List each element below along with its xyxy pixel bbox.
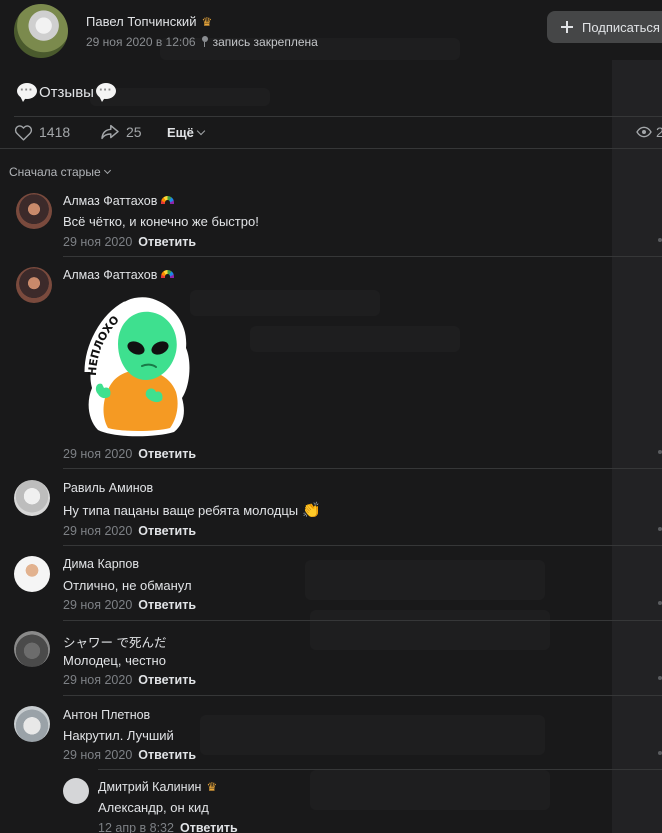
divider bbox=[0, 148, 662, 149]
scroll-dot bbox=[658, 676, 662, 680]
post-date[interactable]: 29 ноя 2020 в 12:06 bbox=[86, 35, 196, 49]
commenter-avatar[interactable] bbox=[14, 556, 50, 592]
comment-date[interactable]: 29 ноя 2020 bbox=[63, 524, 132, 538]
reply-link[interactable]: Ответить bbox=[138, 524, 196, 538]
scroll-dot bbox=[658, 238, 662, 242]
reply-link[interactable]: Ответить bbox=[138, 748, 196, 762]
post-header: Павел Топчинский ♛ 29 ноя 2020 в 12:06 зап… bbox=[14, 4, 662, 60]
speech-bubble-icon bbox=[95, 82, 117, 102]
commenter-name-text[interactable]: Алмаз Фаттахов bbox=[63, 194, 157, 208]
commenter-name[interactable]: シャワー で死んだ bbox=[63, 632, 166, 651]
commenter-avatar[interactable] bbox=[14, 631, 50, 667]
scroll-dot bbox=[658, 527, 662, 531]
divider bbox=[63, 545, 662, 546]
commenter-avatar[interactable] bbox=[63, 778, 89, 804]
post-text-label: Отзывы bbox=[39, 83, 94, 101]
commenter-avatar[interactable] bbox=[16, 193, 52, 229]
eye-icon bbox=[636, 126, 652, 138]
comment-date[interactable]: 29 ноя 2020 bbox=[63, 598, 132, 612]
share-icon bbox=[100, 124, 120, 140]
scroll-dot bbox=[658, 450, 662, 454]
right-column-shadow bbox=[612, 60, 662, 833]
pin-icon bbox=[201, 36, 209, 47]
comment-date[interactable]: 12 апр в 8:32 bbox=[98, 821, 174, 833]
comment-meta: 29 ноя 2020 Ответить bbox=[63, 524, 196, 538]
commenter-name[interactable]: Алмаз Фаттахов bbox=[63, 194, 175, 208]
commenter-name[interactable]: Алмаз Фаттахов bbox=[63, 268, 175, 282]
reply-link[interactable]: Ответить bbox=[138, 673, 196, 687]
comment-date[interactable]: 29 ноя 2020 bbox=[63, 673, 132, 687]
views-counter: 2 bbox=[636, 120, 662, 144]
comment-text: Александр, он кид bbox=[98, 800, 209, 815]
commenter-name[interactable]: Равиль Аминов bbox=[63, 481, 153, 495]
like-button[interactable]: 1418 bbox=[14, 120, 70, 144]
rainbow-icon bbox=[161, 270, 175, 278]
comment-meta: 29 ноя 2020 Ответить bbox=[63, 598, 196, 612]
commenter-name-text[interactable]: Дмитрий Калинин bbox=[98, 780, 201, 794]
commenter-avatar[interactable] bbox=[16, 267, 52, 303]
comment-text: Накрутил. Лучший bbox=[63, 728, 174, 743]
comment-text-content: Ну типа пацаны ваще ребята молодцы bbox=[63, 503, 299, 518]
clap-icon: 👏 bbox=[302, 502, 321, 519]
share-count: 25 bbox=[126, 124, 142, 140]
sticker-image[interactable]: НЕПЛОХО bbox=[84, 290, 192, 438]
reply-link[interactable]: Ответить bbox=[180, 821, 238, 833]
commenter-avatar[interactable] bbox=[14, 706, 50, 742]
share-button[interactable]: 25 bbox=[100, 120, 142, 144]
subscribe-label: Подписаться bbox=[582, 19, 660, 35]
post-view: Павел Топчинский ♛ 29 ноя 2020 в 12:06 зап… bbox=[0, 0, 662, 833]
divider bbox=[63, 256, 662, 257]
comment-text: Ну типа пацаны ваще ребята молодцы 👏 bbox=[63, 501, 321, 519]
divider bbox=[63, 468, 662, 469]
divider bbox=[14, 116, 662, 117]
crown-icon: ♛ bbox=[201, 15, 213, 29]
divider bbox=[63, 695, 662, 696]
pinned-label: запись закреплена bbox=[212, 35, 318, 49]
comment-meta: 29 ноя 2020 Ответить bbox=[63, 673, 196, 687]
commenter-name[interactable]: Антон Плетнов bbox=[63, 708, 150, 722]
more-button[interactable]: Ещё bbox=[167, 120, 206, 144]
post-text: Отзывы bbox=[16, 82, 117, 102]
comment-text: Отлично, не обманул bbox=[63, 578, 192, 593]
author-name-text[interactable]: Павел Топчинский bbox=[86, 14, 196, 29]
heart-icon bbox=[14, 124, 33, 141]
post-actions: 1418 25 Ещё 2 bbox=[14, 120, 662, 144]
reply-link[interactable]: Ответить bbox=[138, 235, 196, 249]
speech-bubble-icon bbox=[16, 82, 38, 102]
comment-date[interactable]: 29 ноя 2020 bbox=[63, 748, 132, 762]
reply-link[interactable]: Ответить bbox=[138, 447, 196, 461]
comment-text: Молодец, честно bbox=[63, 653, 166, 668]
post-meta: 29 ноя 2020 в 12:06 запись закреплена bbox=[86, 35, 318, 49]
reply-link[interactable]: Ответить bbox=[138, 598, 196, 612]
commenter-avatar[interactable] bbox=[14, 480, 50, 516]
author-avatar[interactable] bbox=[14, 4, 68, 58]
comment-meta: 29 ноя 2020 Ответить bbox=[63, 235, 196, 249]
comment-meta: 29 ноя 2020 Ответить bbox=[63, 748, 196, 762]
crown-icon: ♛ bbox=[206, 780, 218, 794]
comment-date[interactable]: 29 ноя 2020 bbox=[63, 447, 132, 461]
scroll-dot bbox=[658, 751, 662, 755]
comment-date[interactable]: 29 ноя 2020 bbox=[63, 235, 132, 249]
chevron-down-icon bbox=[196, 126, 206, 135]
views-count: 2 bbox=[656, 124, 662, 140]
divider bbox=[98, 769, 662, 770]
more-label: Ещё bbox=[167, 124, 194, 140]
like-count: 1418 bbox=[39, 124, 71, 140]
author-name[interactable]: Павел Топчинский ♛ bbox=[86, 14, 212, 29]
plus-icon bbox=[561, 21, 573, 33]
commenter-name[interactable]: Дима Карпов bbox=[63, 557, 139, 571]
sort-selector[interactable]: Сначала старые bbox=[9, 165, 111, 179]
sort-label: Сначала старые bbox=[9, 165, 101, 179]
comment-text: Всё чётко, и конечно же быстро! bbox=[63, 214, 259, 229]
chevron-down-icon bbox=[103, 166, 111, 175]
commenter-name[interactable]: Дмитрий Калинин ♛ bbox=[98, 780, 217, 794]
commenter-name-text[interactable]: Алмаз Фаттахов bbox=[63, 268, 157, 282]
comment-meta: 29 ноя 2020 Ответить bbox=[63, 447, 196, 461]
comment-meta: 12 апр в 8:32 Ответить bbox=[98, 821, 238, 833]
subscribe-button[interactable]: Подписаться bbox=[547, 11, 662, 43]
divider bbox=[63, 620, 662, 621]
rainbow-icon bbox=[161, 196, 175, 204]
scroll-dot bbox=[658, 601, 662, 605]
